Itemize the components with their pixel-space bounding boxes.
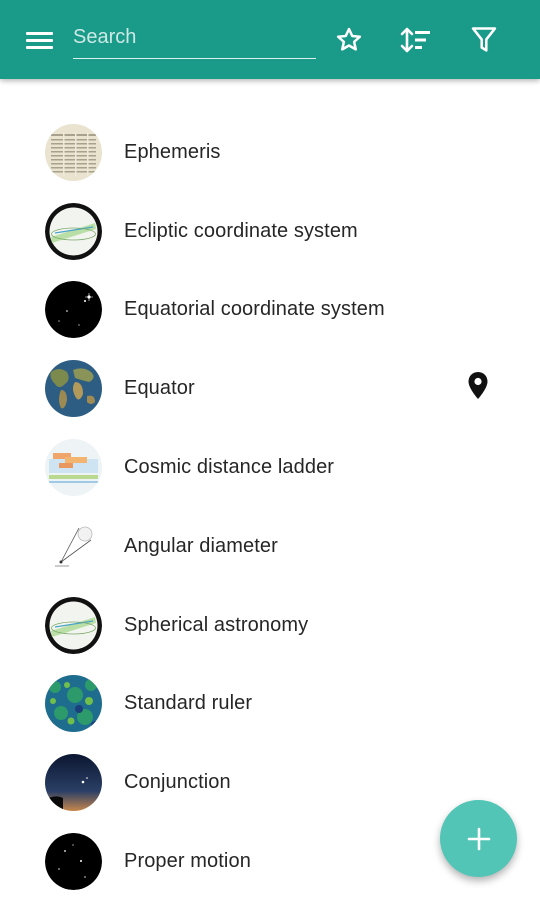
list-item-label: Cosmic distance ladder [124, 456, 335, 479]
night-sky-thumbnail [45, 754, 102, 812]
list-item-label: Equatorial coordinate system [124, 298, 385, 321]
list-item[interactable]: Ecliptic coordinate system [0, 192, 540, 271]
star-outline-icon[interactable] [329, 20, 369, 60]
list-item-label: Spherical astronomy [124, 613, 309, 636]
article-list: Ephemeris Ecliptic coordinate system Equ… [0, 113, 540, 900]
list-item-label: Conjunction [124, 771, 231, 794]
angular-diameter-thumbnail [45, 517, 102, 575]
equatorial-thumbnail [45, 281, 102, 339]
search-field [73, 16, 316, 59]
list-item-label: Standard ruler [124, 692, 253, 715]
list-item-label: Ecliptic coordinate system [124, 219, 358, 242]
cmb-thumbnail [45, 675, 102, 733]
list-item-label: Angular diameter [124, 534, 278, 557]
ephemeris-thumbnail [45, 123, 102, 181]
ecliptic-thumbnail [45, 202, 102, 260]
earth-map-thumbnail [45, 360, 102, 418]
plus-icon [467, 827, 490, 850]
list-item[interactable]: Equatorial coordinate system [0, 271, 540, 350]
list-item-label: Ephemeris [124, 140, 221, 163]
spherical-astronomy-thumbnail [45, 596, 102, 654]
list-item[interactable]: Standard ruler [0, 665, 540, 744]
filter-icon[interactable] [464, 20, 504, 60]
list-item[interactable]: Spherical astronomy [0, 586, 540, 665]
list-item[interactable]: Angular diameter [0, 507, 540, 586]
list-item-label: Proper motion [124, 850, 251, 873]
add-button[interactable] [440, 800, 517, 877]
map-pin-icon[interactable] [466, 371, 490, 401]
app-bar [0, 0, 540, 79]
list-item[interactable]: Equator [0, 349, 540, 428]
search-input[interactable] [73, 16, 316, 56]
distance-ladder-thumbnail [45, 439, 102, 497]
list-item[interactable]: Cosmic distance ladder [0, 428, 540, 507]
list-item[interactable]: Ephemeris [0, 113, 540, 192]
sort-icon[interactable] [396, 20, 436, 60]
star-field-thumbnail [45, 833, 102, 891]
list-item-label: Equator [124, 377, 195, 400]
hamburger-menu-icon[interactable] [20, 22, 60, 58]
